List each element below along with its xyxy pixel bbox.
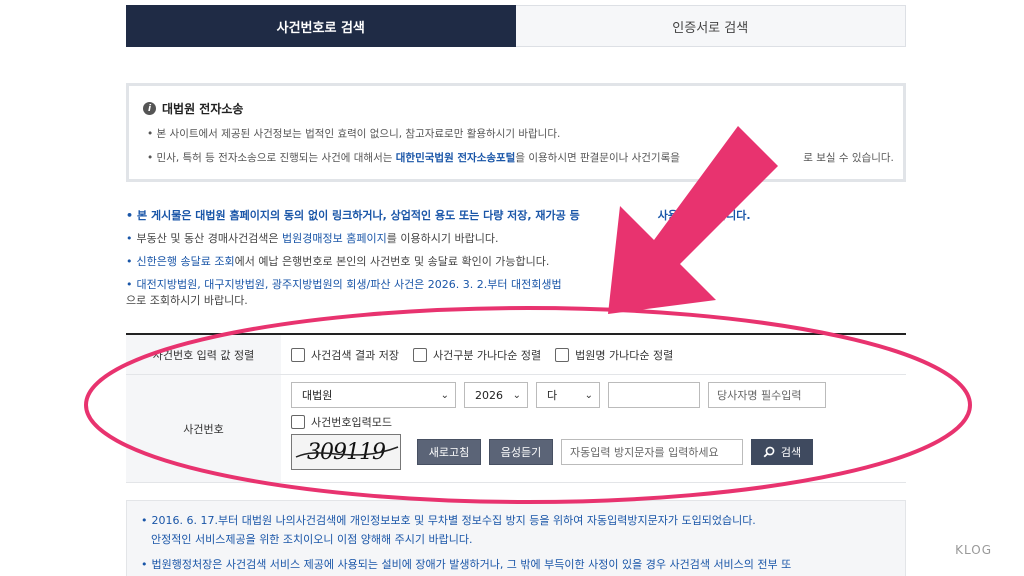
checkbox-box[interactable] (291, 347, 305, 362)
tab-certificate-search[interactable]: 인증서로 검색 (515, 5, 906, 47)
notice-line-1: • 본 사이트에서 제공된 사건정보는 법적인 효력이 없으니, 참고자료로만 … (147, 128, 561, 140)
notice-title-row: i 대법원 전자소송 (143, 100, 887, 117)
guidance-item-4: • 대전지방법원, 대구지방법원, 광주지방법원의 회생/파산 사건은 2026.… (126, 278, 696, 291)
sort-options-label: 사건번호 입력 값 정렬 (126, 335, 281, 374)
guidance-item-4-end: 원, 광주회생법원 (617, 278, 696, 291)
tab-case-number-search[interactable]: 사건번호로 검색 (126, 5, 516, 47)
guidance-item-2-post: 를 이용하시기 바랍니다. (386, 232, 499, 245)
notice-line-2: • 민사, 특허 등 전자소송으로 진행되는 사건에 대해서는 대한민국법원 전… (147, 152, 894, 164)
guidance-item-2: • 부동산 및 동산 경매사건검색은 법원경매정보 홈페이지를 이용하시기 바랍니… (126, 232, 499, 245)
guidance-item-1-end: 사용할 수 없습니다. (657, 209, 751, 222)
captcha-image: 309119 (291, 434, 401, 470)
captcha-info-box: • 2016. 6. 17.부터 대법원 나의사건검색에 개인정보보호 및 무차별… (126, 500, 906, 576)
notice-box: i 대법원 전자소송 • 본 사이트에서 제공된 사건정보는 법적인 효력이 없… (126, 83, 906, 182)
e-litigation-portal-link[interactable]: 대한민국법원 전자소송포털 (396, 152, 516, 164)
chevron-down-icon: ⌄ (512, 389, 521, 401)
case-serial-input[interactable] (608, 382, 700, 408)
save-results-checkbox[interactable]: 사건검색 결과 저장 (291, 347, 399, 363)
info-item-1-line2: 안정적인 서비스제공을 위한 조치이오니 이점 양해해 주시기 바랍니다. (151, 533, 473, 546)
notice-line-1-text: 본 사이트에서 제공된 사건정보는 법적인 효력이 없으니, 참고자료로만 활용… (156, 128, 561, 140)
guidance-item-3: • 신한은행 송달료 조회에서 예납 은행번호로 본인의 사건번호 및 송달료 확… (126, 255, 550, 268)
party-name-input[interactable]: 당사자명 필수입력 (708, 382, 826, 408)
captcha-noise-line (295, 446, 399, 458)
guidance-item-1: • 본 게시물은 대법원 홈페이지의 동의 없이 링크하거나, 상업적인 용도 또… (126, 209, 751, 222)
checkbox-box[interactable] (291, 415, 305, 429)
case-type-select[interactable]: 다 ⌄ (536, 382, 600, 408)
notice-line-2-post: 을 이용하시면 판결문이나 사건기록을 (515, 152, 684, 164)
search-icon (763, 446, 775, 458)
case-search-form: 사건번호 입력 값 정렬 사건검색 결과 저장 사건구분 가나다순 정렬 법원명… (126, 333, 906, 483)
guidance-item-3-post: 에서 예납 은행번호로 본인의 사건번호 및 송달료 확인이 가능합니다. (234, 255, 550, 268)
checkbox-box[interactable] (555, 347, 570, 362)
guidance-list: • 본 게시물은 대법원 홈페이지의 동의 없이 링크하거나, 상업적인 용도 또… (126, 204, 906, 309)
year-select[interactable]: 2026 ⌄ (464, 382, 528, 408)
shinhan-fee-link[interactable]: 신한은행 송달료 조회 (137, 255, 235, 268)
notice-line-2-pre: 민사, 특허 등 전자소송으로 진행되는 사건에 대해서는 (156, 152, 396, 164)
sort-options-row: 사건번호 입력 값 정렬 사건검색 결과 저장 사건구분 가나다순 정렬 법원명… (126, 335, 906, 375)
chevron-down-icon: ⌄ (440, 389, 449, 401)
info-item-1: • 2016. 6. 17.부터 대법원 나의사건검색에 개인정보보호 및 무차별… (141, 514, 756, 527)
sort-court-name-checkbox[interactable]: 법원명 가나다순 정렬 (555, 347, 673, 363)
search-button[interactable]: 검색 (751, 439, 813, 465)
watermark: KLOG (955, 543, 992, 557)
guidance-item-1-text: 본 게시물은 대법원 홈페이지의 동의 없이 링크하거나, 상업적인 용도 또는… (137, 209, 580, 222)
guidance-item-2-pre: 부동산 및 동산 경매사건검색은 (136, 232, 283, 245)
guidance-item-4-line2: 으로 조회하시기 바랍니다. (126, 294, 248, 307)
case-number-row: 사건번호 대법원⌄ 2026⌄ 다⌄ 당사자명 필수입력 사건번호입력모드 (126, 375, 906, 483)
case-number-label: 사건번호 (126, 375, 281, 482)
audio-captcha-button[interactable]: 음성듣기 (489, 439, 553, 465)
notice-line-2-end: 로 보실 수 있습니다. (803, 152, 894, 164)
chevron-down-icon: ⌄ (584, 389, 593, 401)
refresh-captcha-button[interactable]: 새로고침 (417, 439, 481, 465)
notice-title: 대법원 전자소송 (162, 102, 244, 116)
court-select[interactable]: 대법원 ⌄ (291, 382, 456, 408)
case-number-mode-checkbox[interactable]: 사건번호입력모드 (291, 414, 392, 430)
captcha-input[interactable]: 자동입력 방지문자를 입력하세요 (561, 439, 743, 465)
guidance-item-4-pre: 대전지방법원, 대구지방법원, 광주지방법원의 회생/파산 사건은 2026. … (136, 278, 562, 291)
sort-case-type-checkbox[interactable]: 사건구분 가나다순 정렬 (412, 347, 541, 363)
info-icon: i (143, 102, 156, 115)
info-item-2: • 법원행정처장은 사건검색 서비스 제공에 사용되는 설비에 장애가 발생하거나… (141, 558, 792, 571)
search-tabs: 사건번호로 검색 인증서로 검색 (126, 5, 906, 47)
checkbox-box[interactable] (412, 347, 427, 362)
auction-info-link[interactable]: 법원경매정보 홈페이지 (282, 232, 387, 245)
